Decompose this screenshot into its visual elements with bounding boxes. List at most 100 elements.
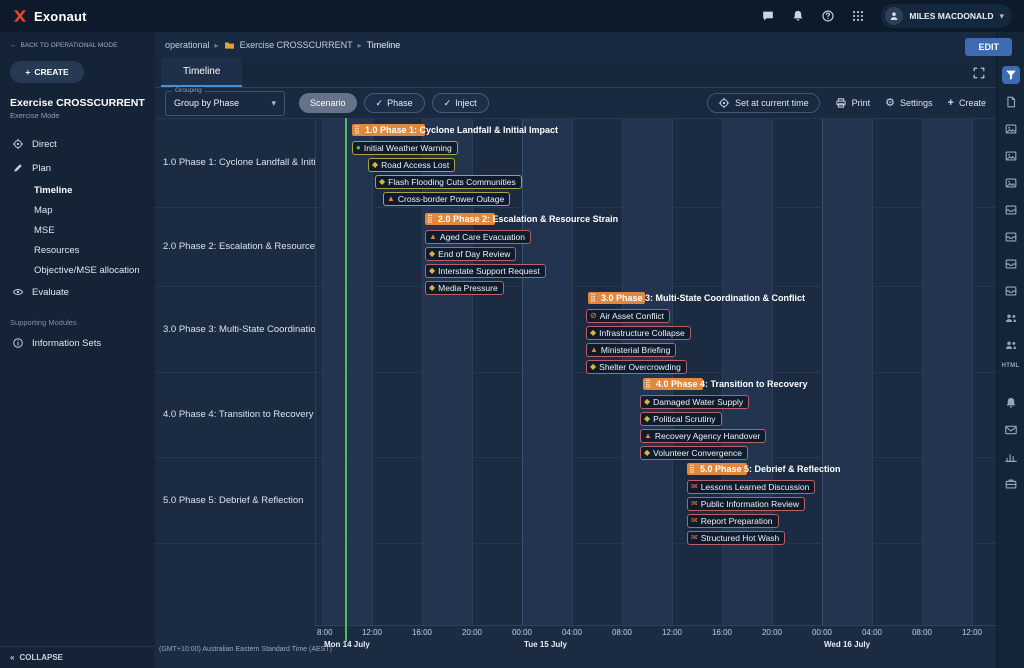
media-card-2-icon[interactable] xyxy=(1002,147,1020,165)
eye-icon xyxy=(12,286,24,298)
inject-item-label: Public Information Review xyxy=(701,499,799,509)
set-current-time-button[interactable]: Set at current time xyxy=(707,93,820,113)
breadcrumb-separator-icon: ▸ xyxy=(358,41,362,50)
edit-button[interactable]: EDIT xyxy=(965,38,1012,56)
mail-icon[interactable] xyxy=(1002,421,1020,439)
sidebar-item-evaluate[interactable]: Evaluate xyxy=(0,280,155,304)
inject-item[interactable]: ⊘Air Asset Conflict xyxy=(586,309,670,323)
create-button-sidebar[interactable]: + CREATE xyxy=(10,61,84,83)
group-2-icon[interactable] xyxy=(1002,336,1020,354)
diamond-icon: ◆ xyxy=(590,329,596,337)
tab-timeline[interactable]: Timeline xyxy=(161,58,242,87)
inject-item[interactable]: ✉Public Information Review xyxy=(687,497,805,511)
sidebar-item-direct[interactable]: Direct xyxy=(0,132,155,156)
sidebar-item-timeline[interactable]: Timeline xyxy=(0,180,155,200)
chat-icon[interactable] xyxy=(761,9,775,23)
document-icon[interactable] xyxy=(1002,93,1020,111)
notifications-icon[interactable] xyxy=(1002,394,1020,412)
phase-bar[interactable]: ⣿1.0 Phase 1: Cyclone Landfall & Initial… xyxy=(352,124,425,136)
archive-tray-4-icon[interactable] xyxy=(1002,282,1020,300)
app-logo: Exonaut xyxy=(12,8,87,24)
archive-tray-icon[interactable] xyxy=(1002,201,1020,219)
phase-row-label: 5.0 Phase 5: Debrief & Reflection xyxy=(155,457,315,543)
inject-item[interactable]: ●Initial Weather Warning xyxy=(352,141,458,155)
media-card-icon[interactable] xyxy=(1002,120,1020,138)
inject-item[interactable]: ▲Ministerial Briefing xyxy=(586,343,676,357)
inject-item[interactable]: ▲Aged Care Evacuation xyxy=(425,230,531,244)
chip-phase[interactable]: ✓Phase xyxy=(364,93,425,113)
collapse-chevrons-icon: « xyxy=(10,653,14,662)
group-icon[interactable] xyxy=(1002,309,1020,327)
phase-bar[interactable]: ⣿4.0 Phase 4: Transition to Recovery xyxy=(643,378,703,390)
mail-icon: ✉ xyxy=(691,500,698,508)
create-label: Create xyxy=(959,98,986,108)
help-icon[interactable] xyxy=(821,9,835,23)
row-separator xyxy=(155,118,996,119)
user-menu[interactable]: MILES MACDONALD ▾ xyxy=(881,4,1012,28)
target-icon xyxy=(12,138,24,150)
media-card-3-icon[interactable] xyxy=(1002,174,1020,192)
phase-bar[interactable]: ⣿2.0 Phase 2: Escalation & Resource Stra… xyxy=(425,213,495,225)
filter-icon[interactable] xyxy=(1002,66,1020,84)
chip-label: Scenario xyxy=(310,98,346,108)
back-to-operational-link[interactable]: ← BACK TO OPERATIONAL MODE xyxy=(0,32,155,53)
archive-tray-3-icon[interactable] xyxy=(1002,255,1020,273)
inject-item-label: Cross-border Power Outage xyxy=(398,194,504,204)
inject-item[interactable]: ◆Damaged Water Supply xyxy=(640,395,749,409)
apps-grid-icon[interactable] xyxy=(851,9,865,23)
inject-item[interactable]: ▲Cross-border Power Outage xyxy=(383,192,510,206)
inject-item[interactable]: ✉Structured Hot Wash xyxy=(687,531,785,545)
app-name: Exonaut xyxy=(34,9,87,24)
chip-scenario[interactable]: Scenario xyxy=(299,93,357,113)
breadcrumb-exercise[interactable]: Exercise CROSSCURRENT xyxy=(240,40,353,50)
print-button[interactable]: Print xyxy=(835,97,871,109)
notifications-icon[interactable] xyxy=(791,9,805,23)
dot-icon: ● xyxy=(356,144,361,152)
work-items-icon[interactable] xyxy=(1002,475,1020,493)
mail-icon: ✉ xyxy=(691,534,698,542)
settings-button[interactable]: ⚙ Settings xyxy=(885,98,932,109)
collapse-button[interactable]: « COLLAPSE xyxy=(0,646,155,668)
axis-tick-label: 16:00 xyxy=(412,628,432,637)
chip-inject[interactable]: ✓Inject xyxy=(432,93,489,113)
inject-item[interactable]: ✉Lessons Learned Discussion xyxy=(687,480,815,494)
breadcrumb-operational[interactable]: operational xyxy=(165,40,210,50)
create-label: CREATE xyxy=(34,67,68,77)
inject-item[interactable]: ◆Political Scrutiny xyxy=(640,412,722,426)
axis-tick-label: 20:00 xyxy=(762,628,782,637)
diamond-icon: ◆ xyxy=(379,178,385,186)
inject-item[interactable]: ◆End of Day Review xyxy=(425,247,516,261)
sidebar-item-objective-mse-allocation[interactable]: Objective/MSE allocation xyxy=(0,260,155,280)
filter-chips: Scenario ✓Phase ✓Inject xyxy=(299,93,489,113)
sidebar-item-map[interactable]: Map xyxy=(0,200,155,220)
inject-item[interactable]: ◆Volunteer Convergence xyxy=(640,446,748,460)
chart-icon[interactable] xyxy=(1002,448,1020,466)
inject-item[interactable]: ✉Report Preparation xyxy=(687,514,779,528)
grouping-select[interactable]: Grouping Group by Phase ▾ xyxy=(165,91,285,116)
sidebar-item-mse[interactable]: MSE xyxy=(0,220,155,240)
timeline-row-labels: 1.0 Phase 1: Cyclone Landfall & Initia..… xyxy=(155,118,315,668)
sidebar-item-resources[interactable]: Resources xyxy=(0,240,155,260)
inject-item[interactable]: ◆Shelter Overcrowding xyxy=(586,360,687,374)
inject-item[interactable]: ◆Flash Flooding Cuts Communities xyxy=(375,175,522,189)
inject-item-label: Flash Flooding Cuts Communities xyxy=(388,177,516,187)
archive-tray-2-icon[interactable] xyxy=(1002,228,1020,246)
phase-bar[interactable]: ⣿3.0 Phase 3: Multi-State Coordination &… xyxy=(588,292,645,304)
phase-bar[interactable]: ⣿5.0 Phase 5: Debrief & Reflection xyxy=(687,463,747,475)
html-icon[interactable]: HTML xyxy=(1002,363,1020,369)
sidebar-item-information-sets[interactable]: Information Sets xyxy=(0,331,155,355)
inject-item[interactable]: ▲Recovery Agency Handover xyxy=(640,429,766,443)
exercise-mode-label: Exercise Mode xyxy=(0,109,155,132)
avatar xyxy=(885,7,903,25)
axis-tick-label: 16:00 xyxy=(712,628,732,637)
check-icon: ✓ xyxy=(444,98,452,109)
sidebar-item-plan[interactable]: Plan xyxy=(0,156,155,180)
inject-item[interactable]: ◆Infrastructure Collapse xyxy=(586,326,691,340)
create-button[interactable]: + Create xyxy=(948,97,986,109)
diamond-icon: ◆ xyxy=(429,267,435,275)
inject-item[interactable]: ◆Road Access Lost xyxy=(368,158,455,172)
fullscreen-icon[interactable] xyxy=(972,66,986,80)
folder-icon xyxy=(224,40,235,51)
inject-item[interactable]: ◆Interstate Support Request xyxy=(425,264,546,278)
inject-item[interactable]: ◆Media Pressure xyxy=(425,281,504,295)
